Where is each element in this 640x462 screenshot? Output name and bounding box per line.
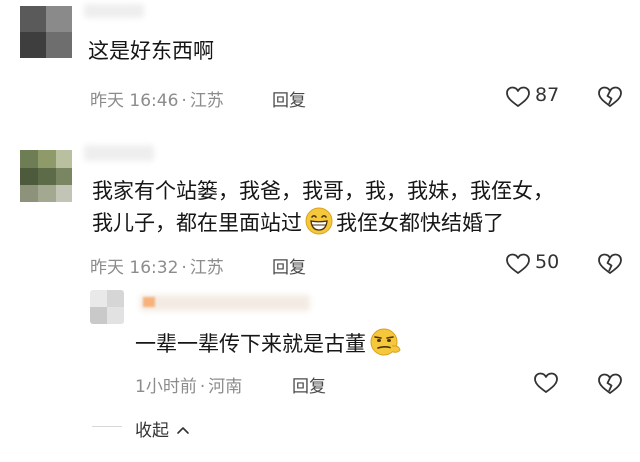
comment-time: 昨天 16:46 — [90, 91, 179, 111]
reply-meta: 1小时前 · 河南 — [135, 372, 242, 397]
reply-button[interactable]: 回复 — [272, 86, 306, 111]
like-count: 50 — [535, 251, 560, 273]
comment-location: 江苏 — [189, 91, 224, 111]
username-blurred[interactable] — [84, 145, 154, 161]
collapse-label: 收起 — [135, 421, 169, 441]
avatar[interactable] — [20, 6, 72, 58]
heart-icon[interactable] — [533, 371, 559, 395]
reply-location: 河南 — [208, 377, 243, 397]
chevron-up-icon — [177, 427, 190, 434]
reply-avatar[interactable] — [90, 290, 124, 324]
heart-icon — [506, 86, 530, 107]
comment-location: 江苏 — [189, 258, 224, 278]
reply-username-blurred[interactable] — [140, 295, 310, 311]
meta-separator: · — [199, 377, 206, 397]
like-button[interactable]: 87 — [505, 84, 565, 110]
reply-name-accent — [143, 297, 155, 307]
reply-time: 1小时前 — [135, 377, 197, 397]
username-blurred[interactable] — [84, 4, 144, 18]
avatar[interactable] — [20, 150, 72, 202]
meta-separator: · — [181, 258, 187, 278]
heart-icon — [506, 253, 530, 274]
meta-separator: · — [181, 91, 187, 111]
collapse-divider — [92, 426, 122, 427]
like-button[interactable]: 50 — [505, 251, 565, 277]
broken-heart-icon[interactable] — [597, 85, 623, 109]
comment-text: 这是好东西啊 — [88, 39, 214, 63]
comment-meta: 昨天 16:32 · 江苏 — [90, 253, 224, 278]
broken-heart-icon[interactable] — [597, 252, 623, 276]
comment-text-line-2: 我儿子，都在里面站过 我侄女都快结婚了 — [92, 206, 504, 240]
grinning-face-emoji — [305, 207, 333, 235]
like-count: 87 — [535, 84, 560, 106]
reply-text: 一辈一辈传下来就是古董 — [135, 327, 404, 361]
smirking-face-emoji — [370, 328, 401, 356]
collapse-button[interactable]: 收起 — [135, 416, 190, 441]
comment-time: 昨天 16:32 — [90, 258, 179, 278]
reply-button[interactable]: 回复 — [272, 253, 306, 278]
comment-meta: 昨天 16:46 · 江苏 — [90, 86, 224, 111]
reply-reply-button[interactable]: 回复 — [292, 372, 326, 397]
broken-heart-icon[interactable] — [597, 372, 623, 396]
comment-text-line-1: 我家有个站篓，我爸，我哥，我，我妹，我侄女， — [92, 179, 554, 203]
